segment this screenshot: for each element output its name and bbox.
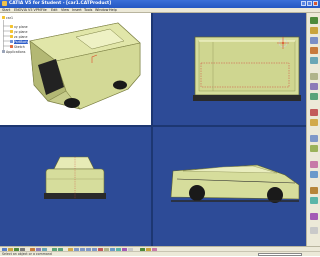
status-message: Select an object or a command	[2, 252, 52, 256]
close-button[interactable]	[313, 1, 318, 6]
rib-tool-icon[interactable]	[310, 187, 318, 194]
title-bar: CATIA V5 for Student - [car1.CATProduct]	[0, 0, 320, 8]
groove-tool-icon[interactable]	[310, 57, 318, 64]
status-bar: Select an object or a command	[0, 251, 320, 257]
front-view[interactable]	[0, 127, 151, 246]
boolean-tool-icon[interactable]	[310, 161, 318, 168]
side-view-car-model[interactable]	[153, 127, 306, 246]
app-icon	[2, 1, 7, 6]
right-toolbar	[306, 13, 320, 246]
apply-material-tool-icon[interactable]	[310, 145, 318, 152]
chamfer-tool-icon[interactable]	[310, 83, 318, 90]
fillet-tool-icon[interactable]	[310, 73, 318, 80]
loft-tool-icon[interactable]	[310, 213, 318, 220]
pocket-tool-icon[interactable]	[310, 37, 318, 44]
minimize-button[interactable]	[301, 1, 306, 6]
shaft-tool-icon[interactable]	[310, 47, 318, 54]
front-view-car-model[interactable]	[0, 127, 151, 246]
pattern-tool-icon[interactable]	[310, 119, 318, 126]
sketcher-tool-icon[interactable]	[310, 17, 318, 24]
shell-tool-icon[interactable]	[310, 93, 318, 100]
window-title: CATIA V5 for Student - [car1.CATProduct]	[9, 1, 112, 6]
viewport-area: car1 xy plane yz plane zx plane PartBody…	[0, 13, 306, 246]
maximize-button[interactable]	[307, 1, 312, 6]
tree-connectors	[3, 20, 10, 50]
draft-tool-icon[interactable]	[310, 171, 318, 178]
mirror-tool-icon[interactable]	[310, 109, 318, 116]
pad-tool-icon[interactable]	[310, 27, 318, 34]
top-view-car-model[interactable]	[153, 13, 306, 125]
isometric-view[interactable]: car1 xy plane yz plane zx plane PartBody…	[0, 13, 151, 125]
side-view[interactable]	[153, 127, 306, 246]
measure-tool-icon[interactable]	[310, 135, 318, 142]
more-tools-icon[interactable]	[310, 227, 318, 234]
top-view[interactable]	[153, 13, 306, 125]
slot-tool-icon[interactable]	[310, 197, 318, 204]
